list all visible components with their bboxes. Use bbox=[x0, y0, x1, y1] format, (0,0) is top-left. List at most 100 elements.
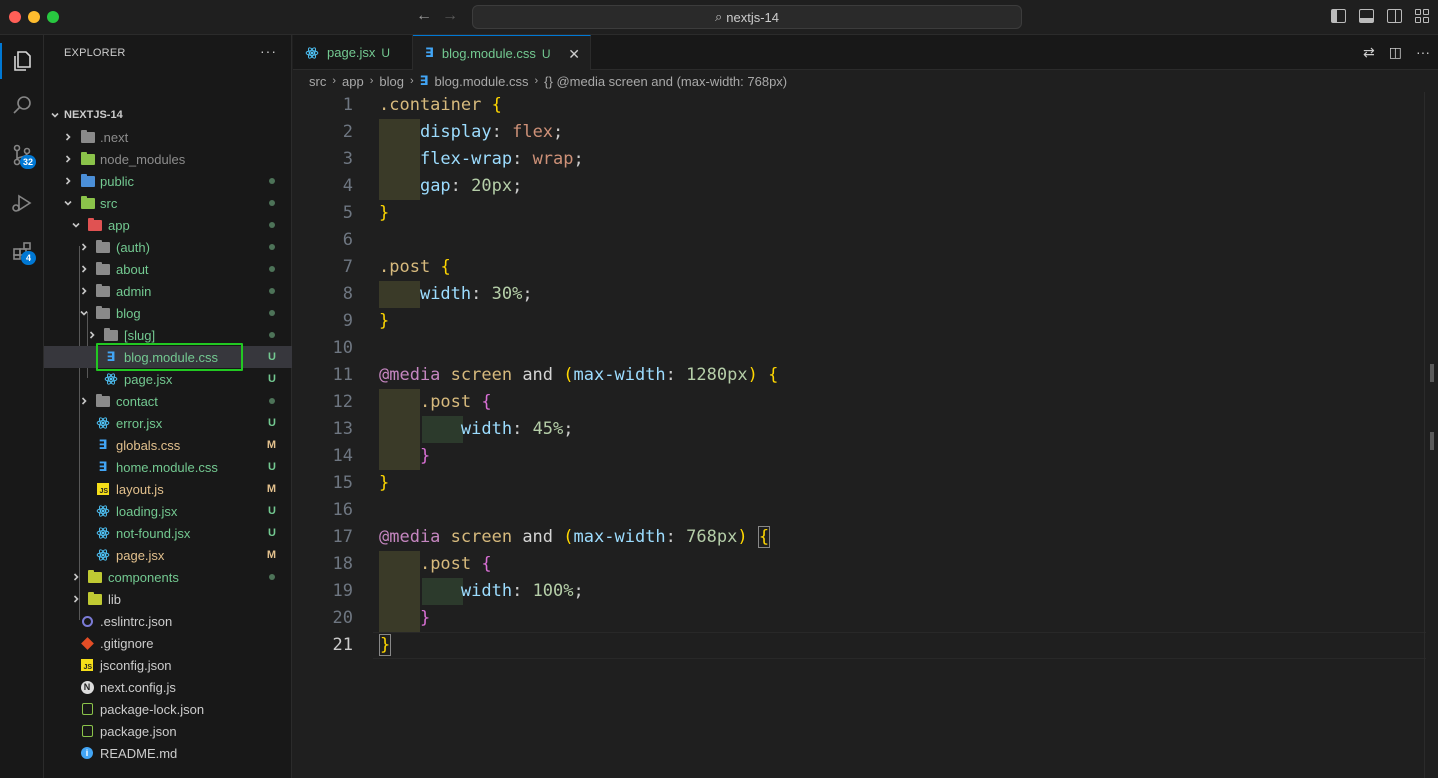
search-icon: ⌕ bbox=[714, 9, 723, 24]
tree-item-eslintrc[interactable]: .eslintrc.json bbox=[44, 610, 292, 632]
close-tab-icon[interactable]: ✕ bbox=[568, 46, 580, 63]
code-line[interactable]: display: flex; bbox=[379, 119, 563, 146]
tree-item-label: admin bbox=[116, 283, 152, 299]
code-line[interactable]: @media screen and (max-width: 1280px) { bbox=[379, 362, 778, 389]
code-line[interactable]: @media screen and (max-width: 768px) { bbox=[379, 524, 771, 551]
extensions-icon[interactable]: 4 bbox=[0, 229, 44, 273]
tree-item-package-json[interactable]: package.json bbox=[44, 720, 292, 742]
code-line[interactable]: .post { bbox=[379, 389, 492, 416]
run-debug-icon[interactable] bbox=[0, 181, 44, 225]
folder-icon bbox=[80, 126, 96, 148]
maximize-window-button[interactable] bbox=[47, 11, 59, 23]
code-line[interactable]: flex-wrap: wrap; bbox=[379, 146, 584, 173]
code-line[interactable]: } bbox=[379, 605, 430, 632]
line-number: 21 bbox=[332, 635, 353, 655]
chevron-right-icon bbox=[79, 258, 89, 280]
toggle-primary-sidebar-icon[interactable] bbox=[1331, 9, 1346, 23]
tree-item-blog-page-jsx[interactable]: page.jsx U bbox=[44, 368, 292, 390]
modified-dot bbox=[269, 244, 275, 250]
tree-item-layout-js[interactable]: JS layout.js M bbox=[44, 478, 292, 500]
tree-item-blog[interactable]: blog bbox=[44, 302, 292, 324]
tree-item-next[interactable]: .next bbox=[44, 126, 292, 148]
breadcrumb-item[interactable]: blog bbox=[379, 74, 404, 89]
minimize-window-button[interactable] bbox=[28, 11, 40, 23]
breadcrumb-item[interactable]: blog.module.css bbox=[435, 74, 529, 89]
breadcrumb-item[interactable]: app bbox=[342, 74, 364, 89]
tree-item-package-lock[interactable]: package-lock.json bbox=[44, 698, 292, 720]
split-editor-icon[interactable]: ◫ bbox=[1389, 44, 1402, 61]
toggle-panel-icon[interactable] bbox=[1359, 9, 1374, 23]
code-line[interactable]: width: 45%; bbox=[379, 416, 574, 443]
editor-tabs: page.jsx U ∃ blog.module.css U ✕ ⇄ ◫ ··· bbox=[293, 35, 1438, 71]
line-number: 9 bbox=[342, 311, 353, 331]
tree-item-next-config[interactable]: N next.config.js bbox=[44, 676, 292, 698]
tree-item-home-module-css[interactable]: ∃ home.module.css U bbox=[44, 456, 292, 478]
code-token: { bbox=[768, 365, 779, 385]
tree-item-error-jsx[interactable]: error.jsx U bbox=[44, 412, 292, 434]
tree-item-not-found-jsx[interactable]: not-found.jsx U bbox=[44, 522, 292, 544]
code-line[interactable]: } bbox=[379, 443, 430, 470]
tree-item-loading-jsx[interactable]: loading.jsx U bbox=[44, 500, 292, 522]
back-arrow-icon[interactable]: ← bbox=[416, 7, 432, 25]
tree-item-app-page-jsx[interactable]: page.jsx M bbox=[44, 544, 292, 566]
line-number: 19 bbox=[332, 581, 353, 601]
tree-item-globals-css[interactable]: ∃ globals.css M bbox=[44, 434, 292, 456]
command-center-search[interactable]: ⌕ nextjs-14 bbox=[472, 5, 1022, 29]
tab-blog-module-css[interactable]: ∃ blog.module.css U ✕ bbox=[413, 35, 591, 71]
breadcrumb-item[interactable]: src bbox=[309, 74, 326, 89]
tree-item-about[interactable]: about bbox=[44, 258, 292, 280]
code-line[interactable]: } bbox=[379, 632, 392, 659]
tree-item-auth[interactable]: (auth) bbox=[44, 236, 292, 258]
toggle-secondary-sidebar-icon[interactable] bbox=[1387, 9, 1402, 23]
code-line[interactable]: .post { bbox=[379, 551, 492, 578]
tree-item-gitignore[interactable]: .gitignore bbox=[44, 632, 292, 654]
git-status-badge: U bbox=[268, 505, 276, 517]
tree-item-contact[interactable]: contact bbox=[44, 390, 292, 412]
search-icon[interactable] bbox=[0, 83, 44, 127]
code-line[interactable]: } bbox=[379, 470, 389, 497]
source-control-icon[interactable]: 32 bbox=[0, 133, 44, 177]
tree-item-lib[interactable]: lib bbox=[44, 588, 292, 610]
breadcrumb-symbol[interactable]: {} @media screen and (max-width: 768px) bbox=[544, 74, 787, 89]
tree-item-public[interactable]: public bbox=[44, 170, 292, 192]
code-line[interactable]: } bbox=[379, 200, 389, 227]
forward-arrow-icon[interactable]: → bbox=[442, 7, 458, 25]
code-line[interactable]: width: 30%; bbox=[379, 281, 533, 308]
tab-page-jsx[interactable]: page.jsx U bbox=[293, 35, 413, 70]
tree-item-components[interactable]: components bbox=[44, 566, 292, 588]
code-line[interactable]: .container { bbox=[379, 92, 502, 119]
chevron-right-icon bbox=[63, 126, 73, 148]
scrollbar[interactable] bbox=[1424, 92, 1438, 778]
line-number: 15 bbox=[332, 473, 353, 493]
project-root[interactable]: NEXTJS-14 bbox=[44, 104, 292, 126]
more-actions-icon[interactable]: ··· bbox=[260, 43, 277, 59]
compare-changes-icon[interactable]: ⇄ bbox=[1363, 44, 1375, 61]
folder-icon bbox=[87, 214, 103, 236]
folder-icon bbox=[80, 192, 96, 214]
customize-layout-icon[interactable] bbox=[1415, 9, 1430, 23]
tree-item-app[interactable]: app bbox=[44, 214, 292, 236]
code-token: width bbox=[419, 284, 472, 304]
code-token: ) bbox=[747, 365, 758, 385]
code-line[interactable]: gap: 20px; bbox=[379, 173, 522, 200]
explorer-icon[interactable] bbox=[0, 39, 44, 83]
nextjs-file-icon: N bbox=[79, 676, 95, 698]
code-editor[interactable]: 1 2 3 4 5 6 7 8 9 10 11 12 13 14 15 16 1… bbox=[293, 92, 1438, 778]
close-window-button[interactable] bbox=[9, 11, 21, 23]
git-file-icon bbox=[79, 632, 95, 654]
tree-item-label: node_modules bbox=[100, 151, 186, 167]
code-line[interactable]: width: 100%; bbox=[379, 578, 584, 605]
tree-item-label: components bbox=[108, 569, 179, 585]
tree-item-jsconfig[interactable]: JS jsconfig.json bbox=[44, 654, 292, 676]
code-token: 1280px bbox=[686, 365, 748, 385]
code-line[interactable]: .post { bbox=[379, 254, 451, 281]
tree-item-src[interactable]: src bbox=[44, 192, 292, 214]
tree-item-node-modules[interactable]: node_modules bbox=[44, 148, 292, 170]
code-token: { bbox=[440, 257, 451, 277]
tree-item-admin[interactable]: admin bbox=[44, 280, 292, 302]
more-actions-icon[interactable]: ··· bbox=[1416, 44, 1430, 61]
tree-item-readme[interactable]: i README.md bbox=[44, 742, 292, 764]
code-line[interactable]: } bbox=[379, 308, 389, 335]
